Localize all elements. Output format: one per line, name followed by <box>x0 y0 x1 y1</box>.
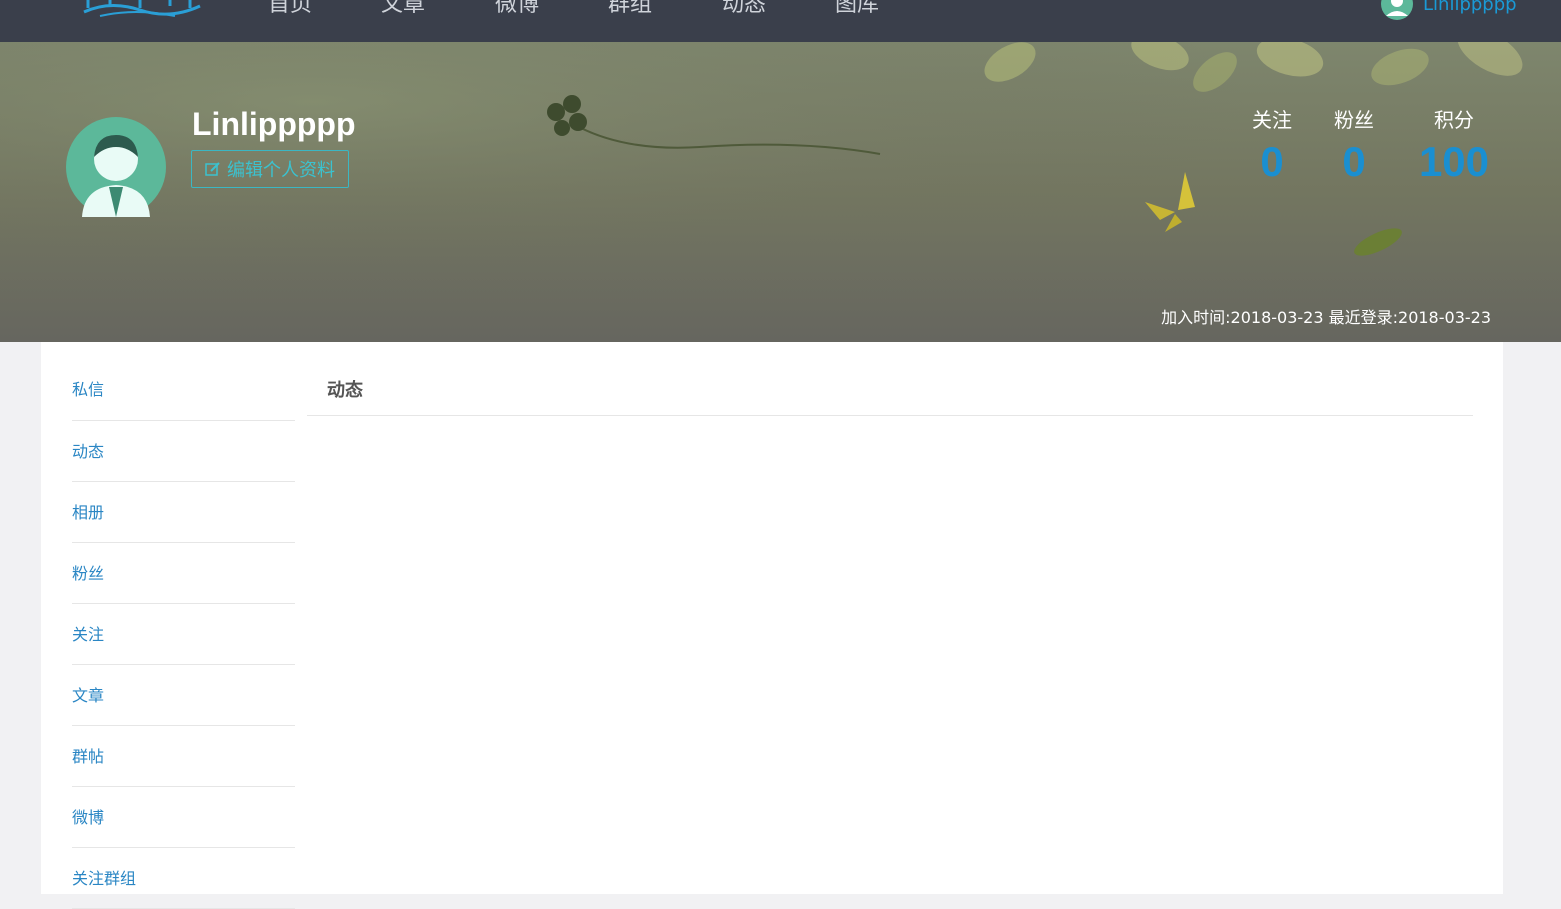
sidebar-item-following[interactable]: 关注 <box>72 604 295 665</box>
sidebar-item-label: 文章 <box>72 686 105 705</box>
main-section-header: 动态 <box>307 342 1473 416</box>
sidebar-item-followed-groups[interactable]: 关注群组 <box>72 848 295 909</box>
sidebar-item-activity[interactable]: 动态 <box>72 421 295 482</box>
profile-banner: Linlippppp 编辑个人资料 关注 0 粉丝 0 积分 100 加入时间:… <box>0 42 1561 342</box>
stat-following-value[interactable]: 0 <box>1246 138 1298 186</box>
sidebar-item-messages[interactable]: 私信 <box>72 342 295 421</box>
sidebar-item-followers[interactable]: 粉丝 <box>72 543 295 604</box>
last-login-date: 2018-03-23 <box>1398 308 1491 327</box>
sidebar-item-label: 微博 <box>72 808 105 827</box>
stat-points-label: 积分 <box>1434 108 1474 132</box>
edit-icon <box>205 162 220 176</box>
profile-username: Linlippppp <box>192 106 356 142</box>
user-avatar-icon <box>1381 0 1413 20</box>
join-date: 2018-03-23 <box>1230 308 1324 327</box>
join-label: 加入时间: <box>1161 308 1231 327</box>
profile-avatar[interactable] <box>66 117 166 217</box>
edit-profile-label: 编辑个人资料 <box>227 160 335 181</box>
stat-points-value[interactable]: 100 <box>1408 138 1500 186</box>
nav-item-weibo[interactable]: 微博 <box>495 0 539 18</box>
sidebar-item-label: 相册 <box>72 503 105 522</box>
banner-background <box>0 42 1561 342</box>
sidebar-item-label: 群帖 <box>72 747 105 766</box>
sidebar-item-group-posts[interactable]: 群帖 <box>72 726 295 787</box>
stat-followers[interactable]: 粉丝 0 <box>1328 104 1380 186</box>
nav-item-home[interactable]: 首页 <box>268 0 312 18</box>
stat-points[interactable]: 积分 100 <box>1408 104 1500 186</box>
sidebar-item-albums[interactable]: 相册 <box>72 482 295 543</box>
sidebar-item-weibo[interactable]: 微博 <box>72 787 295 848</box>
sidebar-item-label: 关注 <box>72 625 105 644</box>
sidebar-item-articles[interactable]: 文章 <box>72 665 295 726</box>
stat-followers-value[interactable]: 0 <box>1328 138 1380 186</box>
content-card: 私信 动态 相册 粉丝 关注 文章 群帖 微博 关注群组 动态 <box>41 342 1503 909</box>
stat-followers-label: 粉丝 <box>1334 108 1374 132</box>
edit-profile-button[interactable]: 编辑个人资料 <box>191 150 349 188</box>
stat-following-label: 关注 <box>1252 108 1292 132</box>
nav-item-groups[interactable]: 群组 <box>608 0 652 18</box>
last-login-label: 最近登录: <box>1328 308 1399 327</box>
sidebar-item-label: 私信 <box>72 380 105 399</box>
nav-user-menu[interactable]: Linlippppp <box>1381 0 1517 20</box>
nav-item-activity[interactable]: 动态 <box>722 0 766 18</box>
site-logo[interactable] <box>80 0 205 22</box>
nav-item-gallery[interactable]: 图库 <box>835 0 879 18</box>
profile-dates: 加入时间:2018-03-23 最近登录:2018-03-23 <box>1161 304 1491 328</box>
top-nav: 首页 文章 微博 群组 动态 图库 Linlippppp <box>0 0 1561 42</box>
nav-username[interactable]: Linlippppp <box>1423 0 1517 15</box>
sidebar-item-label: 关注群组 <box>72 869 137 888</box>
sidebar-item-label: 粉丝 <box>72 564 105 583</box>
nav-item-articles[interactable]: 文章 <box>381 0 425 18</box>
main-section-title: 动态 <box>327 380 363 401</box>
sidebar-item-label: 动态 <box>72 442 105 461</box>
stat-following[interactable]: 关注 0 <box>1246 104 1298 186</box>
profile-sidebar: 私信 动态 相册 粉丝 关注 文章 群帖 微博 关注群组 <box>72 342 295 909</box>
